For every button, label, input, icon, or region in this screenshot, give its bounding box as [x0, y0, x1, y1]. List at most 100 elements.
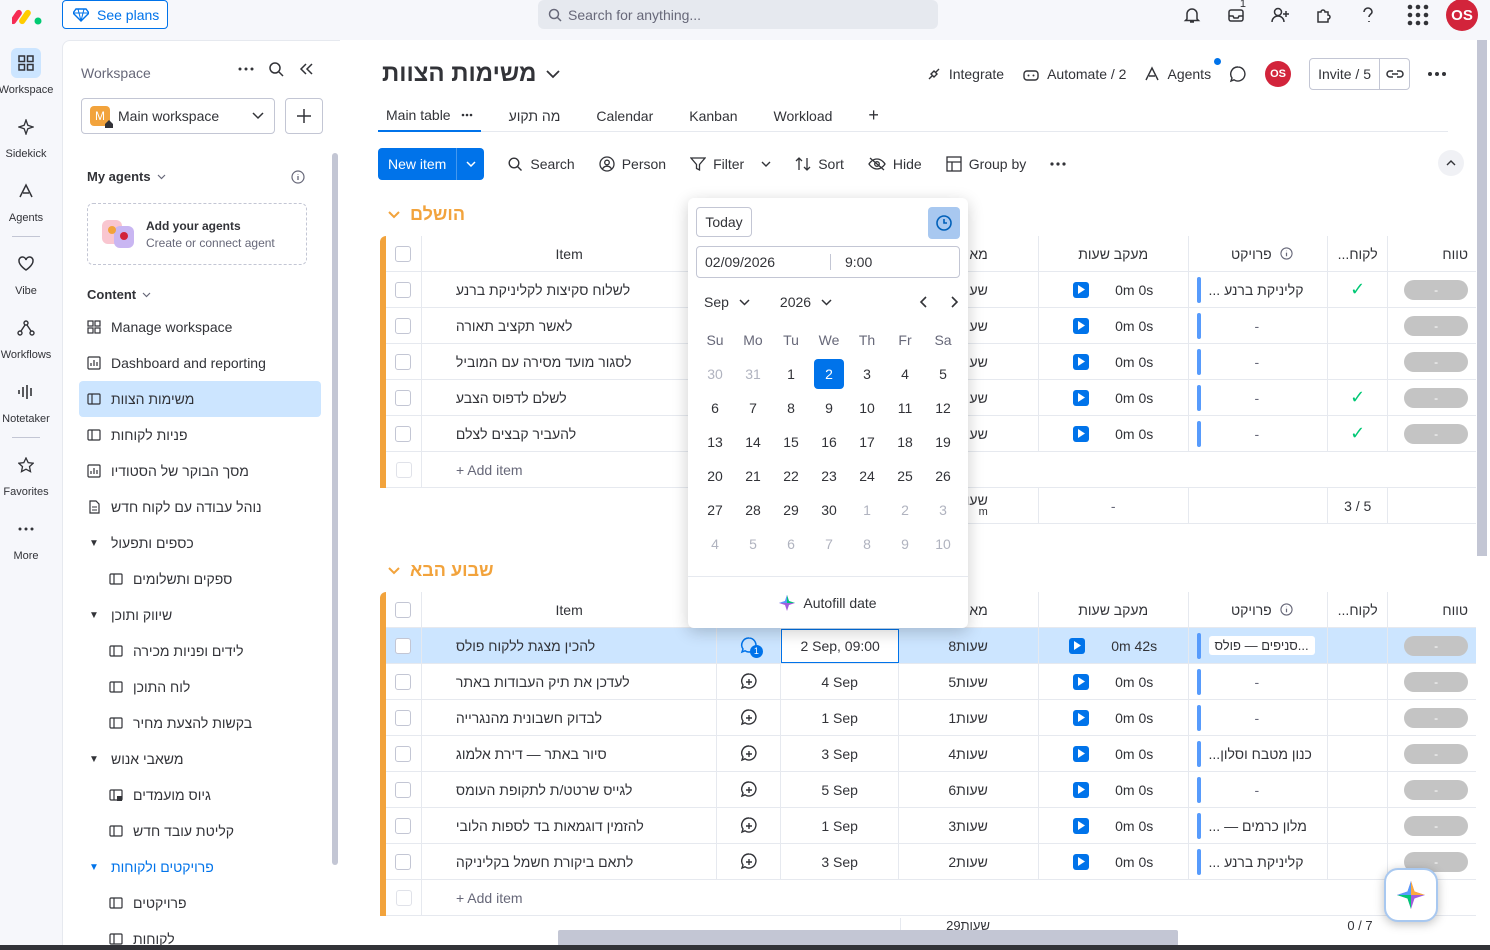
add-update-icon[interactable]	[739, 816, 759, 836]
row-checkbox[interactable]	[386, 307, 422, 344]
play-icon[interactable]	[1073, 353, 1090, 370]
year-select[interactable]: 2026	[780, 294, 832, 310]
group-by-button[interactable]: Group by	[946, 156, 1026, 172]
sidebar-item-manage-workspace[interactable]: Manage workspace	[79, 309, 321, 345]
play-icon[interactable]	[1073, 389, 1090, 406]
global-search-input[interactable]: Search for anything...	[538, 0, 938, 29]
row-updates[interactable]	[717, 771, 782, 808]
row-project[interactable]: ...כנון מטבח וסלון	[1189, 735, 1329, 772]
status-pill[interactable]: -	[1404, 351, 1469, 372]
board-horizontal-scrollbar[interactable]	[558, 930, 1178, 946]
tab-calendar[interactable]: Calendar	[588, 100, 661, 132]
column-header-client[interactable]: ...לקוח	[1328, 235, 1389, 272]
sidebar-folder-projects-clients[interactable]: ▼ פרויקטים ולקוחות	[79, 849, 321, 885]
row-checkbox[interactable]	[386, 343, 422, 380]
row-updates[interactable]: 1	[717, 627, 782, 664]
row-checkbox[interactable]	[386, 663, 422, 700]
rail-workflows[interactable]: Workflows	[0, 305, 52, 369]
row-item-name[interactable]: לסגור מועד מסירה עם המוביל	[422, 343, 718, 380]
apps-puzzle-icon[interactable]	[1302, 0, 1346, 30]
calendar-day[interactable]: 30	[696, 359, 734, 389]
row-hours[interactable]: 3שעות	[899, 807, 1039, 844]
row-date[interactable]: 3 Sep	[781, 843, 900, 880]
play-icon[interactable]	[1073, 317, 1090, 334]
status-pill[interactable]: -	[1404, 815, 1469, 836]
hide-button[interactable]: Hide	[868, 156, 922, 172]
inbox-icon[interactable]: 1	[1214, 0, 1258, 30]
status-pill[interactable]: -	[1404, 671, 1469, 692]
row-updates[interactable]	[717, 663, 782, 700]
row-client[interactable]	[1328, 663, 1389, 700]
row-checkbox[interactable]	[386, 771, 422, 808]
row-updates[interactable]	[717, 807, 782, 844]
invite-members-icon[interactable]	[1258, 0, 1302, 30]
row-date[interactable]: 3 Sep	[781, 735, 900, 772]
sidebar-scrollbar[interactable]	[332, 153, 338, 865]
calendar-day[interactable]: 16	[810, 427, 848, 457]
calendar-day[interactable]: 9	[810, 393, 848, 423]
row-item-name[interactable]: להעביר קבצים לצלם	[422, 415, 718, 452]
board-user-avatar[interactable]: OS	[1265, 61, 1292, 87]
info-icon[interactable]	[1280, 247, 1293, 260]
status-pill[interactable]: -	[1404, 635, 1469, 656]
row-status[interactable]: -	[1388, 736, 1476, 772]
row-item-name[interactable]: לשלוח סקיצות לקליניקת ברנע	[422, 271, 718, 308]
row-hours[interactable]: 2שעות	[899, 843, 1039, 880]
row-client[interactable]	[1328, 807, 1389, 844]
tab-workload[interactable]: Workload	[766, 100, 841, 132]
calendar-day[interactable]: 4	[696, 529, 734, 559]
add-update-icon[interactable]	[739, 744, 759, 764]
sidebar-item-suppliers[interactable]: ספקים ותשלומים	[79, 561, 321, 597]
row-date[interactable]: 1 Sep	[781, 807, 900, 844]
row-project[interactable]: סניפים — פולס...	[1189, 627, 1329, 664]
row-status[interactable]: -	[1388, 664, 1476, 700]
integrate-button[interactable]: Integrate	[926, 66, 1004, 82]
row-hours[interactable]: 5שעות	[899, 663, 1039, 700]
calendar-day[interactable]: 6	[696, 393, 734, 423]
row-status[interactable]: -	[1388, 344, 1476, 380]
row-client[interactable]	[1328, 627, 1389, 664]
copy-link-icon[interactable]	[1379, 58, 1409, 90]
toolbar-more-icon[interactable]	[1050, 162, 1066, 166]
row-time-tracking[interactable]: 0m 0s	[1039, 307, 1189, 344]
status-pill[interactable]: -	[1404, 779, 1469, 800]
row-status[interactable]: -	[1388, 272, 1476, 308]
tab-stuck[interactable]: מה תקוע	[501, 100, 569, 132]
rail-workspace[interactable]: Workspace	[0, 40, 53, 104]
calendar-day[interactable]: 26	[924, 461, 962, 491]
chevron-up-icon[interactable]	[1438, 150, 1464, 176]
tab-kanban[interactable]: Kanban	[681, 100, 745, 132]
calendar-day[interactable]: 9	[886, 529, 924, 559]
tab-main-table[interactable]: Main table	[378, 100, 481, 132]
row-checkbox[interactable]	[386, 379, 422, 416]
row-time-tracking[interactable]: 0m 0s	[1039, 415, 1189, 452]
info-icon[interactable]	[1280, 603, 1293, 616]
calendar-day[interactable]: 7	[810, 529, 848, 559]
group-title-done[interactable]: הושלם	[388, 204, 465, 225]
play-icon[interactable]	[1073, 745, 1090, 762]
rail-more[interactable]: More	[0, 506, 52, 570]
row-date[interactable]: 1 Sep	[781, 699, 900, 736]
row-status[interactable]: -	[1388, 628, 1476, 664]
ai-assistant-fab[interactable]	[1384, 868, 1438, 922]
row-checkbox[interactable]	[386, 627, 422, 664]
row-client-check[interactable]: ✓	[1328, 415, 1389, 452]
sidebar-folder-finance[interactable]: ▼ כספים ותפעול	[79, 525, 321, 561]
row-checkbox[interactable]	[386, 807, 422, 844]
play-icon[interactable]	[1073, 709, 1090, 726]
table-row[interactable]: לבדוק חשבונית מהנגרייה 1 Sep 1שעות 0m 0s - -	[386, 699, 1476, 736]
calendar-day[interactable]: 10	[848, 393, 886, 423]
row-client-check[interactable]: ✓	[1328, 379, 1389, 416]
add-agents-card[interactable]: Add your agents Create or connect agent	[87, 203, 307, 265]
row-time-tracking[interactable]: 0m 0s	[1039, 699, 1189, 736]
row-item-name[interactable]: לתאם ביקורת חשמל בקליניקה	[422, 843, 718, 880]
row-project[interactable]: ... קליניקת ברנע	[1189, 271, 1329, 308]
row-client[interactable]	[1328, 699, 1389, 736]
date-time-input[interactable]: 02/09/2026 9:00	[696, 246, 960, 278]
add-item-input[interactable]: + Add item	[422, 452, 718, 488]
column-header-project[interactable]: פרויקט	[1189, 235, 1329, 272]
row-project[interactable]: -	[1189, 343, 1329, 380]
sidebar-item-projects[interactable]: פרויקטים	[79, 885, 321, 921]
tab-more-icon[interactable]	[461, 113, 473, 117]
row-date-editing[interactable]: 2 Sep, 09:00	[781, 628, 900, 663]
